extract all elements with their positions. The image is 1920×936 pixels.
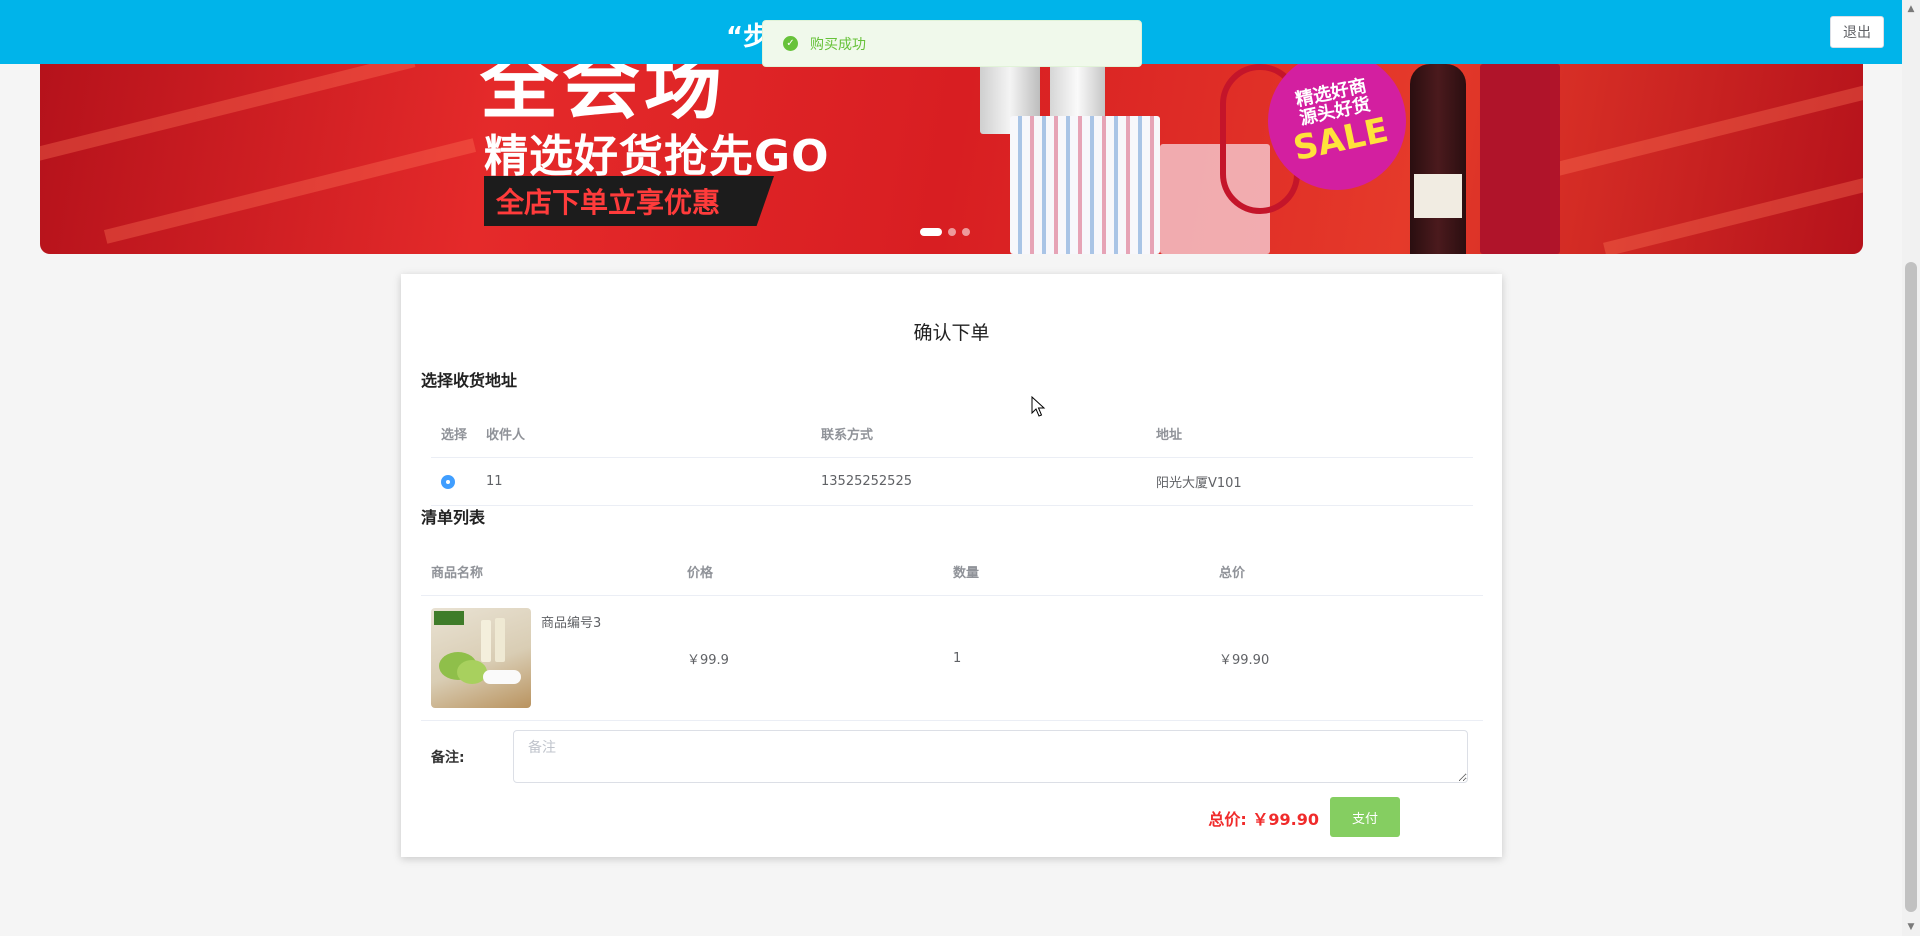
recipient-phone: 13525252525: [821, 474, 912, 489]
page-title: 确认下单: [913, 322, 990, 344]
success-toast: ✓ 购买成功: [762, 20, 1142, 67]
order-confirm-card: 确认下单 选择收货地址 选择 收件人 联系方式 地址 11 1352525252…: [401, 274, 1502, 857]
address-section-title: 选择收货地址: [421, 371, 518, 390]
promo-banner-carousel[interactable]: 全会场 精选好货抢先GO 全店下单立享优惠 精选好商 源头好货 SALE: [40, 64, 1863, 254]
logout-button[interactable]: 退出: [1830, 16, 1884, 48]
col-address: 地址: [1156, 428, 1183, 443]
note-label: 备注:: [431, 749, 465, 766]
banner-stripe: [40, 64, 416, 169]
recipient-name: 11: [486, 474, 503, 489]
thumb-tube: [495, 618, 505, 662]
banner-promo-text: 全店下单立享优惠: [484, 176, 774, 226]
product-name: 商品编号3: [541, 616, 602, 631]
product-total: ￥99.90: [1219, 652, 1270, 668]
product-thumbnail[interactable]: [431, 608, 531, 708]
recipient-address: 阳光大厦V101: [1156, 476, 1242, 491]
address-radio[interactable]: [441, 474, 455, 489]
product-cell: 商品编号3: [421, 608, 687, 708]
address-row[interactable]: 11 13525252525 阳光大厦V101: [431, 458, 1473, 506]
thumb-tube: [481, 620, 491, 662]
product-price: ￥99.9: [687, 652, 729, 668]
banner-wine-bottle: [1410, 64, 1466, 254]
banner-red-case: [1480, 64, 1560, 254]
page-scrollbar[interactable]: ▲ ▼: [1902, 0, 1920, 936]
scroll-thumb[interactable]: [1905, 262, 1917, 912]
note-textarea[interactable]: [513, 730, 1468, 783]
items-table-header: 商品名称 价格 数量 总价: [421, 548, 1483, 596]
banner-gift-box: [1010, 116, 1160, 254]
banner-product-tube: [1050, 64, 1105, 124]
order-total: 总价: ￥99.90: [1208, 810, 1319, 829]
mouse-pointer-icon: [1031, 396, 1046, 417]
carousel-dot-1[interactable]: [920, 228, 942, 236]
product-info: 商品编号3: [431, 608, 687, 708]
col-price: 价格: [687, 566, 714, 581]
col-phone: 联系方式: [821, 428, 874, 443]
pay-button[interactable]: 支付: [1330, 797, 1400, 837]
carousel-dot-3[interactable]: [962, 228, 970, 236]
note-row: 备注:: [421, 730, 1483, 783]
carousel-dot-2[interactable]: [948, 228, 956, 236]
toast-message: 购买成功: [810, 36, 866, 53]
address-radio-cell: [431, 474, 486, 489]
table-row: 商品编号3 ￥99.9 1 ￥99.90: [421, 596, 1483, 721]
thumb-leaf: [457, 660, 487, 684]
col-total: 总价: [1219, 566, 1246, 581]
col-select: 选择: [441, 428, 468, 443]
scroll-up-icon[interactable]: ▲: [1902, 0, 1920, 18]
banner-wine-label: [1414, 174, 1462, 218]
thumb-tag: [434, 611, 464, 625]
banner-headline-big: 全会场: [480, 64, 727, 130]
carousel-indicators: [920, 228, 970, 236]
scroll-down-icon[interactable]: ▼: [1902, 918, 1920, 936]
items-section-title: 清单列表: [421, 508, 486, 527]
items-table: 商品名称 价格 数量 总价 商品编号3 ￥99.9 1 ￥99.90: [421, 548, 1483, 721]
banner-stripe: [103, 138, 477, 244]
product-quantity: 1: [953, 650, 962, 666]
col-quantity: 数量: [953, 566, 980, 581]
check-circle-icon: ✓: [783, 36, 798, 51]
address-table-header: 选择 收件人 联系方式 地址: [431, 410, 1473, 458]
banner-stripe: [1603, 165, 1863, 254]
banner-stripe: [1523, 78, 1863, 184]
col-product-name: 商品名称: [431, 566, 484, 581]
thumb-roll: [483, 670, 521, 684]
col-recipient: 收件人: [486, 428, 526, 443]
address-table: 选择 收件人 联系方式 地址 11 13525252525 阳光大厦V101: [431, 410, 1473, 506]
banner-headline: 精选好货抢先GO: [484, 131, 830, 182]
